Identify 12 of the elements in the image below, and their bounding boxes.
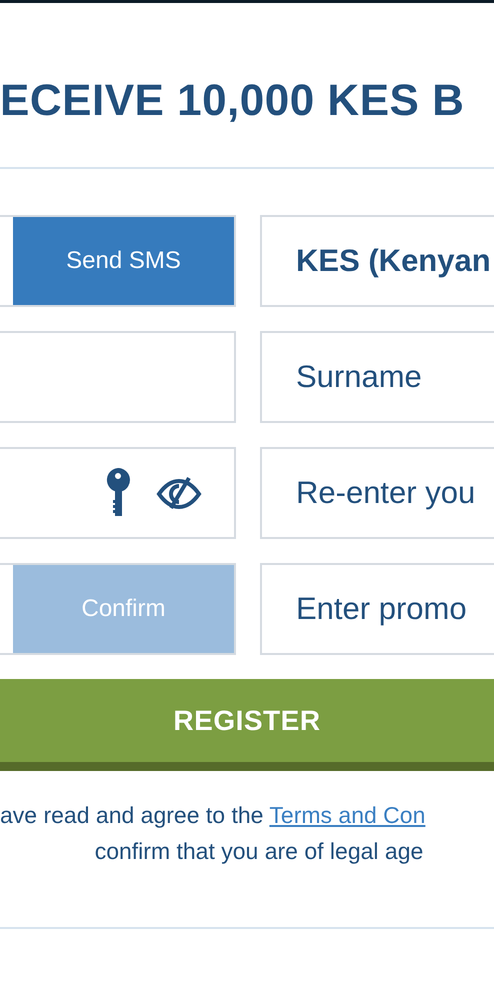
bonus-heading: ECEIVE 10,000 KES B <box>0 75 466 127</box>
eye-off-icon[interactable] <box>156 476 202 510</box>
input-field[interactable]: Enter promo <box>260 563 494 655</box>
input-field[interactable] <box>0 331 236 423</box>
register-button[interactable]: REGISTER <box>0 679 494 771</box>
key-icon <box>106 468 130 518</box>
terms-text: ave read and agree to the Terms and Con confirm that you are of legal age <box>0 801 426 866</box>
password-field[interactable] <box>0 447 236 539</box>
input-field[interactable]: Surname <box>260 331 494 423</box>
input-field[interactable]: Re-enter you <box>260 447 494 539</box>
terms-link[interactable]: Terms and Con <box>269 802 426 828</box>
currency-select[interactable]: KES (Kenyan <box>260 215 494 307</box>
